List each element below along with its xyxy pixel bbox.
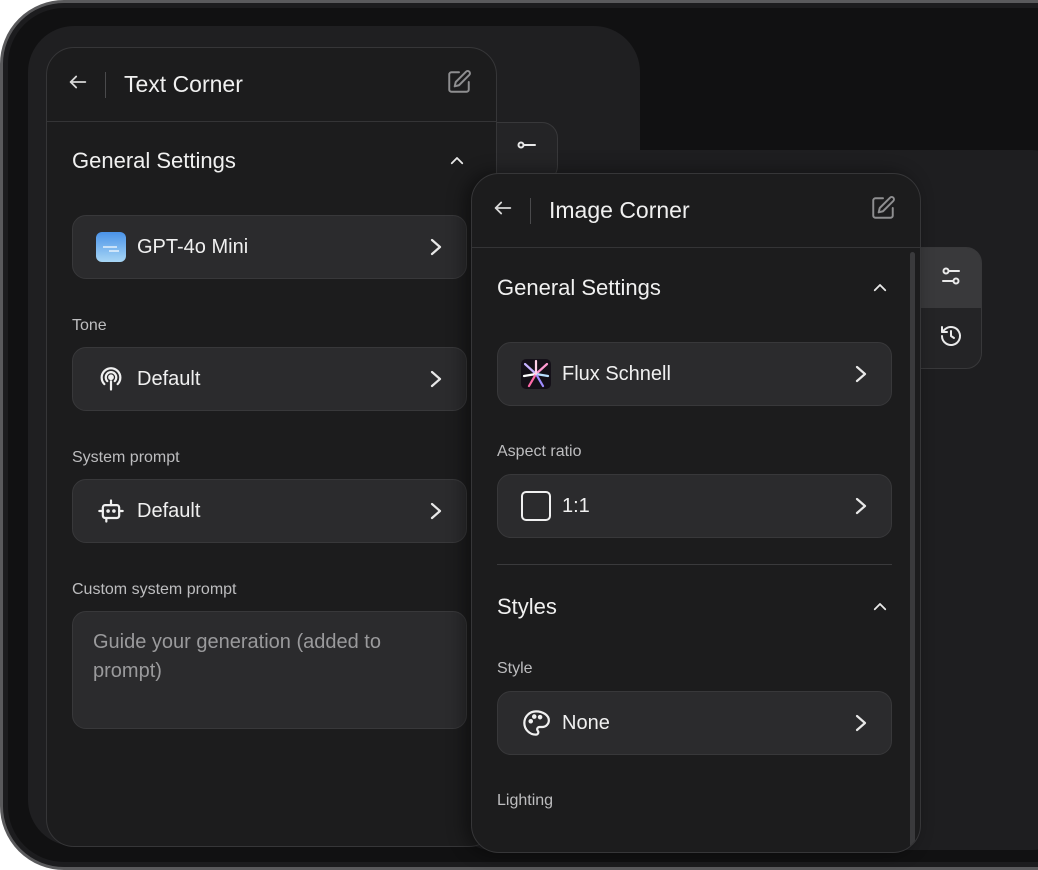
- model-label: GPT-4o Mini: [137, 235, 249, 258]
- chevron-up-icon: [870, 597, 890, 617]
- image-corner-panel: Image Corner General Settings Flux Schne…: [471, 173, 921, 853]
- edit-icon: [446, 69, 472, 100]
- chevron-up-icon: [447, 151, 467, 171]
- chevron-right-icon: [428, 501, 444, 521]
- text-corner-panel: Text Corner General Settings GPT-4o Mini…: [46, 47, 497, 847]
- style-value: None: [562, 711, 610, 734]
- custom-prompt-placeholder: Guide your generation (added to prompt): [93, 631, 381, 682]
- panel-title: Image Corner: [549, 197, 690, 223]
- palette-icon: [520, 707, 552, 739]
- podcast-icon: [95, 363, 127, 395]
- scrollbar[interactable]: [910, 252, 915, 852]
- header-divider: [530, 197, 531, 224]
- bot-icon: [95, 495, 127, 527]
- sliders-icon: [515, 138, 539, 167]
- gpt-model-icon: [95, 231, 127, 263]
- system-prompt-value: Default: [137, 499, 201, 522]
- model-label: Flux Schnell: [562, 362, 671, 385]
- new-chat-button[interactable]: [870, 195, 896, 226]
- tone-select[interactable]: Default: [72, 347, 467, 411]
- back-button[interactable]: [492, 200, 514, 222]
- back-button[interactable]: [67, 74, 89, 96]
- panel-title: Text Corner: [124, 71, 243, 97]
- general-settings-header[interactable]: General Settings: [72, 148, 467, 174]
- chevron-right-icon: [428, 237, 444, 257]
- section-title: Styles: [497, 594, 557, 619]
- aspect-ratio-value: 1:1: [562, 494, 590, 517]
- edit-icon: [870, 195, 896, 226]
- arrow-left-icon: [67, 71, 89, 98]
- arrow-left-icon: [492, 197, 514, 224]
- custom-prompt-textarea[interactable]: Guide your generation (added to prompt): [72, 611, 467, 729]
- tone-value: Default: [137, 367, 201, 390]
- new-chat-button[interactable]: [446, 69, 472, 100]
- square-icon: [520, 490, 552, 522]
- history-icon: [939, 324, 963, 353]
- chevron-right-icon: [853, 364, 869, 384]
- header-divider: [105, 71, 106, 98]
- sliders-icon: [939, 264, 963, 293]
- model-select[interactable]: GPT-4o Mini: [72, 215, 467, 279]
- section-divider: [497, 564, 892, 565]
- aspect-ratio-label: Aspect ratio: [497, 443, 582, 460]
- model-select[interactable]: Flux Schnell: [497, 342, 892, 406]
- panel-header: Image Corner: [472, 174, 920, 248]
- history-tab-button[interactable]: [921, 308, 981, 368]
- chevron-up-icon: [870, 278, 890, 298]
- image-panel-toolstrip: [920, 247, 982, 369]
- chevron-right-icon: [853, 713, 869, 733]
- settings-tab-button[interactable]: [921, 248, 981, 308]
- style-label: Style: [497, 660, 533, 677]
- chevron-right-icon: [428, 369, 444, 389]
- system-prompt-select[interactable]: Default: [72, 479, 467, 543]
- lighting-label: Lighting: [497, 792, 554, 809]
- panel-header: Text Corner: [47, 48, 496, 122]
- chevron-right-icon: [853, 496, 869, 516]
- section-title: General Settings: [497, 275, 661, 300]
- aspect-ratio-select[interactable]: 1:1: [497, 474, 892, 538]
- flux-model-icon: [520, 358, 552, 390]
- tone-label: Tone: [72, 317, 107, 334]
- system-prompt-label: System prompt: [72, 449, 180, 466]
- custom-prompt-label: Custom system prompt: [72, 581, 237, 598]
- general-settings-header[interactable]: General Settings: [497, 275, 890, 301]
- style-select[interactable]: None: [497, 691, 892, 755]
- styles-header[interactable]: Styles: [497, 594, 890, 620]
- section-title: General Settings: [72, 148, 236, 173]
